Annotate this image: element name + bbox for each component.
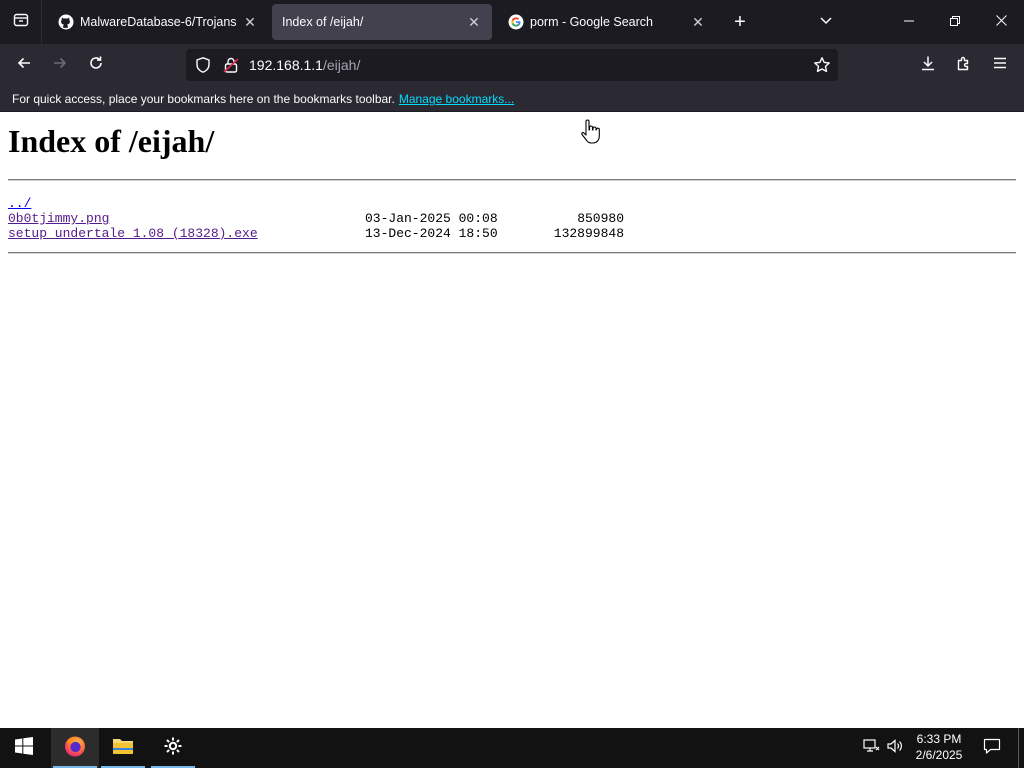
reload-button[interactable] [81, 50, 111, 80]
tab-close-icon[interactable]: ✕ [690, 14, 706, 30]
reload-icon [88, 55, 104, 76]
url-path: /eijah/ [322, 57, 361, 73]
window-close-button[interactable] [978, 0, 1024, 44]
tab-close-icon[interactable]: ✕ [242, 14, 258, 30]
tab-strip: MalwareDatabase-6/Trojans at ✕ Index of … [0, 0, 1024, 44]
list-item: setup_undertale_1.08_(18328).exe 13-Dec-… [8, 226, 708, 241]
settings-gear-icon [163, 736, 183, 761]
clock-date: 2/6/2025 [915, 748, 963, 762]
notification-icon [983, 738, 1001, 759]
bookmarks-toolbar: For quick access, place your bookmarks h… [0, 86, 1024, 112]
download-icon [920, 55, 936, 76]
taskbar: 6:33 PM 2/6/2025 [0, 728, 1024, 768]
bookmark-star-icon[interactable] [812, 55, 832, 75]
firefox-view-icon [12, 11, 30, 34]
back-button[interactable] [9, 50, 39, 80]
file-size: 132899848 [553, 226, 624, 241]
restore-icon [950, 13, 960, 31]
tab-title: porm - Google Search [530, 15, 653, 29]
github-icon [58, 14, 74, 30]
manage-bookmarks-link[interactable]: Manage bookmarks... [399, 92, 514, 106]
page-content: Index of /eijah/ ../ 0b0tjimmy.png 03-Ja… [0, 113, 1024, 728]
tab-title: MalwareDatabase-6/Trojans at [80, 15, 236, 29]
file-link[interactable]: 0b0tjimmy.png [8, 211, 109, 226]
new-tab-button[interactable]: + [728, 10, 752, 34]
firefox-view-button[interactable] [0, 0, 42, 44]
plus-icon: + [734, 10, 746, 33]
hamburger-menu-icon [992, 55, 1008, 76]
bookmarks-toolbar-message: For quick access, place your bookmarks h… [12, 92, 514, 106]
start-button[interactable] [0, 728, 48, 768]
file-date: 13-Dec-2024 18:50 [365, 226, 498, 241]
close-icon [995, 13, 1007, 31]
window-restore-button[interactable] [932, 0, 978, 44]
volume-icon [886, 738, 904, 759]
file-size: 850980 [577, 211, 624, 226]
clock-time: 6:33 PM [916, 732, 962, 746]
app-menu-button[interactable] [985, 50, 1015, 80]
extensions-button[interactable] [949, 50, 979, 80]
file-explorer-icon [112, 736, 134, 761]
list-item: 0b0tjimmy.png 03-Jan-2025 00:08 850980 [8, 211, 708, 226]
volume-control[interactable] [884, 728, 906, 768]
horizontal-rule [8, 252, 1016, 254]
action-center-button[interactable] [978, 728, 1006, 768]
parent-directory-link[interactable]: ../ [8, 196, 31, 211]
tab-index-of-eijah[interactable]: Index of /eijah/ ✕ [272, 4, 492, 40]
file-date: 03-Jan-2025 00:08 [365, 211, 498, 226]
directory-listing: ../ 0b0tjimmy.png 03-Jan-2025 00:08 8509… [8, 196, 708, 241]
start-icon [15, 736, 33, 760]
firefox-icon [63, 734, 87, 763]
navigation-toolbar: 192.168.1.1/eijah/ [0, 44, 1024, 86]
forward-button[interactable] [45, 50, 75, 80]
arrow-left-icon [16, 55, 32, 76]
google-icon [508, 14, 524, 30]
network-status[interactable] [860, 728, 882, 768]
taskbar-firefox[interactable] [51, 728, 99, 768]
tab-malware-database[interactable]: MalwareDatabase-6/Trojans at ✕ [48, 4, 268, 40]
bookmarks-hint-text: For quick access, place your bookmarks h… [12, 92, 395, 106]
network-icon [862, 738, 880, 759]
tab-title: Index of /eijah/ [282, 15, 364, 29]
taskbar-file-explorer[interactable] [99, 728, 147, 768]
horizontal-rule [8, 179, 1016, 181]
list-item: ../ [8, 196, 708, 211]
insecure-lock-icon[interactable] [222, 56, 240, 79]
list-all-tabs-button[interactable] [814, 10, 838, 34]
window-minimize-button[interactable] [886, 0, 932, 44]
file-link[interactable]: setup_undertale_1.08_(18328).exe [8, 226, 258, 241]
puzzle-icon [956, 55, 972, 76]
tab-google-search[interactable]: porm - Google Search ✕ [498, 4, 716, 40]
show-desktop-button[interactable] [1018, 728, 1024, 768]
downloads-button[interactable] [913, 50, 943, 80]
url-text[interactable]: 192.168.1.1/eijah/ [249, 57, 360, 73]
system-clock[interactable]: 6:33 PM 2/6/2025 [906, 731, 972, 763]
minimize-icon [904, 13, 914, 31]
tab-close-icon[interactable]: ✕ [466, 14, 482, 30]
arrow-right-icon [52, 55, 68, 76]
url-host: 192.168.1.1 [249, 57, 323, 73]
hand-cursor-icon [580, 119, 600, 145]
tracking-protection-shield-icon[interactable] [194, 56, 212, 79]
url-bar[interactable]: 192.168.1.1/eijah/ [186, 49, 838, 81]
page-title: Index of /eijah/ [8, 123, 215, 159]
chevron-down-icon [819, 13, 833, 32]
taskbar-settings[interactable] [149, 728, 197, 768]
